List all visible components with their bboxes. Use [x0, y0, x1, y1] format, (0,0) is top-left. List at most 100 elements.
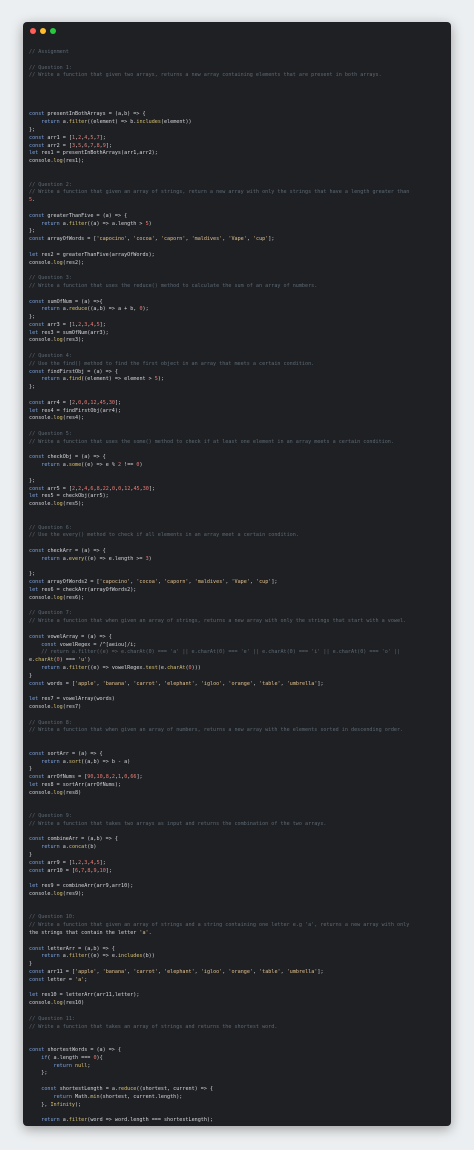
code-line: const sumOfNum = (a) =>{: [29, 298, 103, 305]
code-line: let res2 = greaterThanFive(arrayOfWords)…: [29, 251, 155, 258]
code-line: const arrOfNums = [90,10,8,2,1,0,66];: [29, 774, 143, 781]
code-line: let res1 = presentInBothArrays(arr1,arr2…: [29, 150, 158, 157]
code-line: const presentInBothArrays = (a,b) => {: [29, 111, 146, 118]
code-line: return a.reduce((a,b) => a + b, 0);: [41, 306, 149, 313]
code-line: // return a.filter((e) => e.charAt(0) ==…: [29, 649, 401, 656]
code-line: // Write a function that when given an a…: [29, 618, 407, 625]
code-line: return null;: [53, 1062, 91, 1069]
code-line: const arrayOfWords = ['capocino', 'cocoa…: [29, 236, 275, 243]
code-line: };: [29, 314, 36, 321]
code-line: const shortestLength = a.reduce((shortes…: [41, 1085, 214, 1092]
code-line: let res8 = sortArr(arrOfNums);: [29, 781, 122, 788]
code-line: if( a.length === 0){: [41, 1054, 103, 1061]
code-line: return a.filter((a) => a.length > 5): [41, 220, 152, 227]
minimize-window-button[interactable]: [40, 28, 46, 34]
code-line: };: [29, 1070, 48, 1077]
code-line: const findFirstObj = (a) => {: [29, 368, 118, 375]
code-line: // Write a function that takes two array…: [29, 820, 327, 827]
code-line: };: [29, 126, 36, 133]
code-line: console.log(res1);: [29, 158, 85, 165]
code-line: const arr4 = [2,0,0,12,45,30];: [29, 399, 122, 406]
code-line: let res3 = sumOfNum(arr3);: [29, 329, 109, 336]
code-line: return a.concat(b): [41, 844, 97, 851]
code-line: // Question 10:: [29, 914, 76, 921]
code-line: // Question 2:: [29, 181, 72, 188]
code-line: const arr10 = [6,7,8,9,10];: [29, 867, 112, 874]
code-line: console.log(res4);: [29, 415, 85, 422]
code-line: // Use the find() method to find the fir…: [29, 360, 315, 367]
window-titlebar: [23, 22, 451, 40]
code-line: const arr5 = [2,2,4,6,8,22,0,0,12,45,30]…: [29, 485, 155, 492]
code-line: // Write a function that uses the reduce…: [29, 282, 318, 289]
code-line: return a.find((element) => element > 5);: [41, 376, 164, 383]
code-line: const arr2 = [3,5,6,7,8,9];: [29, 142, 112, 149]
code-line: // Write a function that given an array …: [29, 189, 410, 196]
code-line: 5.: [29, 197, 36, 204]
code-line: // Write a function that takes an array …: [29, 1023, 278, 1030]
code-line: };: [29, 228, 36, 235]
code-line: let res9 = combineArr(arr9,arr10);: [29, 883, 134, 890]
code-line: console.log(res3);: [29, 337, 85, 344]
code-line: return a.sort((a,b) => b - a): [41, 758, 131, 765]
code-line: // Question 7:: [29, 610, 72, 617]
code-editor[interactable]: // Assignment // Question 1: // Write a f…: [29, 49, 445, 1126]
code-line: }: [29, 672, 33, 679]
code-line: // Question 8:: [29, 719, 72, 726]
code-line: }: [29, 852, 33, 859]
code-line: const greaterThanFive = (a) => {: [29, 212, 128, 219]
code-line: // Question 4:: [29, 353, 72, 360]
code-line: // Question 11:: [29, 1015, 76, 1022]
code-line: // Question 3:: [29, 275, 72, 282]
code-line: console.log(res10): [29, 1000, 85, 1007]
code-line: let res5 = checkObj(arr5);: [29, 493, 109, 500]
code-line: };: [29, 384, 36, 391]
code-line: }: [29, 766, 33, 773]
code-line: console.log(res9);: [29, 891, 85, 898]
code-line: const arr1 = [1,2,4,5,7];: [29, 134, 106, 141]
code-line: // Assignment: [29, 49, 69, 55]
code-line: let res6 = checkArr(arrayOfWords2);: [29, 586, 137, 593]
code-line: let res4 = findFirstObj(arr4);: [29, 407, 122, 414]
maximize-window-button[interactable]: [50, 28, 56, 34]
close-window-button[interactable]: [30, 28, 36, 34]
code-line: // Question 1:: [29, 64, 72, 71]
code-line: // Write a function that when given an a…: [29, 727, 404, 734]
code-window: // Assignment // Question 1: // Write a f…: [23, 22, 451, 1126]
code-line: const shortestWords = (a) => {: [29, 1047, 122, 1053]
code-line: const arr11 = ['apple', 'banana', 'carro…: [29, 969, 324, 976]
code-line: // Question 6:: [29, 524, 72, 531]
code-line: return Math.min(shortest, current.length…: [53, 1093, 183, 1100]
code-line: const checkArr = (a) => {: [29, 548, 106, 554]
code-line: const vowelArray = (a) => {: [29, 633, 112, 640]
code-line: const words = ['apple', 'banana', 'carro…: [29, 680, 324, 687]
code-line: console.log(res6);: [29, 594, 85, 601]
